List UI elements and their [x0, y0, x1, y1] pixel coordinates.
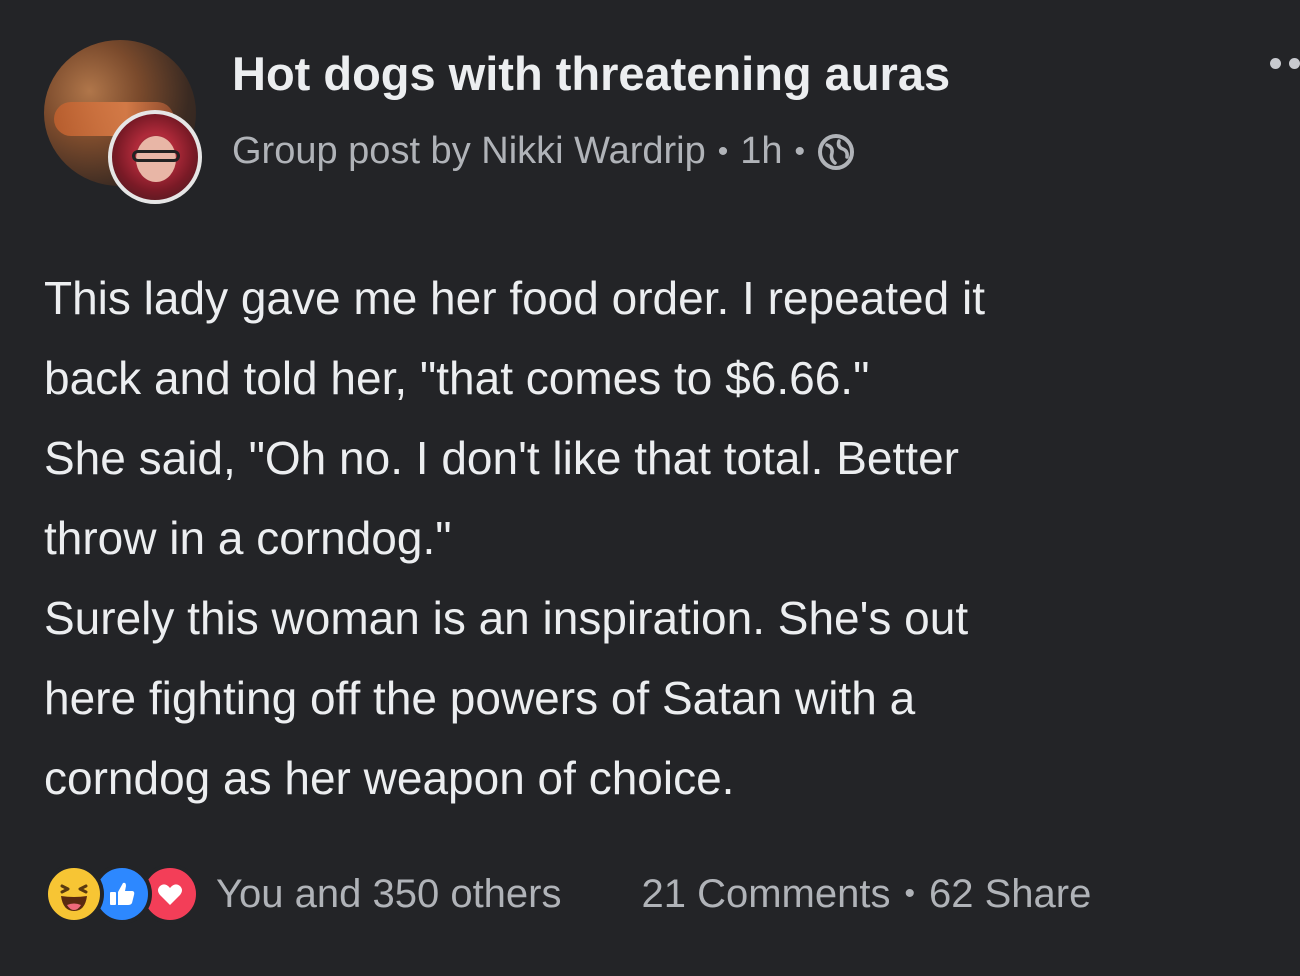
reactions-count[interactable]: You and 350 others	[216, 872, 562, 917]
user-avatar-glasses	[132, 150, 180, 162]
globe-icon	[817, 133, 855, 171]
post-body-line: back and told her, "that comes to $6.66.…	[44, 352, 870, 404]
post-timestamp[interactable]: 1h	[740, 130, 782, 173]
post-body-line: corndog as her weapon of choice.	[44, 752, 735, 804]
post-header: Hot dogs with threatening auras Group po…	[44, 40, 1300, 204]
footer-separator: •	[904, 877, 915, 910]
comments-count[interactable]: 21 Comments	[642, 872, 891, 917]
reactions-summary[interactable]	[44, 864, 200, 924]
post-body-line: throw in a corndog."	[44, 512, 452, 564]
more-options-icon[interactable]	[1270, 58, 1300, 69]
post-meta: Group post by Nikki Wardrip • 1h •	[232, 130, 855, 173]
meta-separator: •	[794, 134, 806, 168]
post-body: This lady gave me her food order. I repe…	[44, 258, 1300, 818]
post-body-line: Surely this woman is an inspiration. She…	[44, 592, 969, 644]
author-link[interactable]: Group post by Nikki Wardrip	[232, 130, 706, 173]
meta-separator: •	[717, 134, 729, 168]
post-body-line: This lady gave me her food order. I repe…	[44, 272, 985, 324]
user-avatar[interactable]	[108, 110, 202, 204]
more-dot	[1289, 58, 1300, 69]
more-dot	[1270, 58, 1281, 69]
shares-count[interactable]: 62 Share	[929, 872, 1091, 917]
haha-reaction-icon	[44, 864, 104, 924]
post-body-line: here fighting off the powers of Satan wi…	[44, 672, 916, 724]
post-footer: You and 350 others 21 Comments • 62 Shar…	[44, 862, 1300, 926]
post-body-line: She said, "Oh no. I don't like that tota…	[44, 432, 959, 484]
group-name-link[interactable]: Hot dogs with threatening auras	[232, 46, 950, 101]
